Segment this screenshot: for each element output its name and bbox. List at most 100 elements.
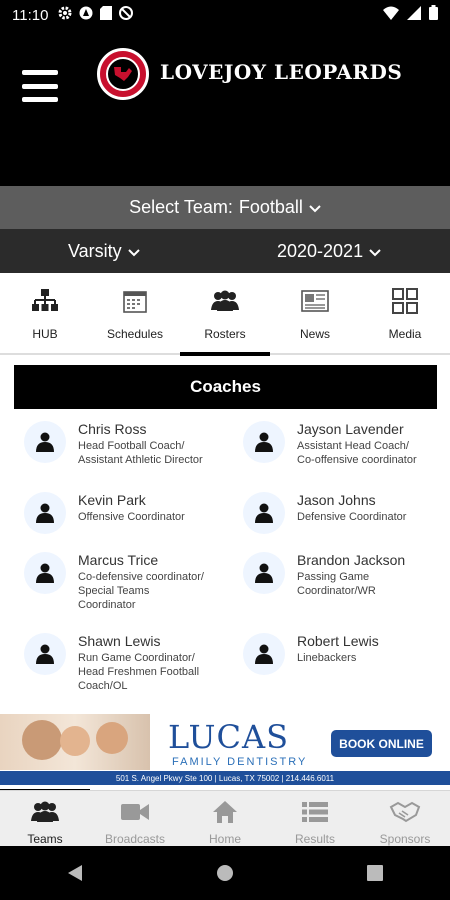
coach-role: Assistant Head Coach/ Co-offensive coord… xyxy=(297,440,417,466)
recents-icon[interactable] xyxy=(345,853,405,893)
coach-role: Offensive Coordinator xyxy=(78,511,185,523)
newspaper-icon xyxy=(301,287,329,315)
bottom-nav: Teams Broadcasts Home Results Sponsors xyxy=(0,790,450,846)
coach-card[interactable]: Marcus Trice Co-defensive coordinator/ Sp… xyxy=(24,552,218,612)
ad-address: 501 S. Angel Pkwy Ste 100 | Lucas, TX 75… xyxy=(0,771,450,785)
menu-icon[interactable] xyxy=(22,70,58,102)
coach-name: Chris Ross xyxy=(78,421,147,437)
tab-schedules[interactable]: Schedules xyxy=(90,273,180,357)
video-camera-icon xyxy=(121,799,149,824)
coach-card[interactable]: Kevin Park Offensive Coordinator xyxy=(24,492,218,534)
coach-name: Shawn Lewis xyxy=(78,633,161,649)
bottom-nav-broadcasts[interactable]: Broadcasts xyxy=(90,791,180,846)
sub-selector-bar: Varsity 2020-2021 xyxy=(0,229,450,273)
bottom-nav-home[interactable]: Home xyxy=(180,791,270,846)
coach-name: Jayson Lavender xyxy=(297,421,404,437)
chevron-down-icon xyxy=(127,241,140,262)
bottom-nav-label: Sponsors xyxy=(379,832,431,846)
person-icon xyxy=(24,492,66,534)
ad-family-photo xyxy=(0,714,150,770)
coach-card[interactable]: Jason Johns Defensive Coordinator xyxy=(243,492,437,534)
person-icon xyxy=(24,421,66,463)
coach-role: Co-defensive coordinator/ Special Teams … xyxy=(78,571,204,611)
tab-label: Schedules xyxy=(106,327,164,341)
home-circle-icon[interactable] xyxy=(195,853,255,893)
coach-card[interactable]: Shawn Lewis Run Game Coordinator/ Head Fr… xyxy=(24,633,218,693)
coach-name: Jason Johns xyxy=(297,492,376,508)
gear-icon xyxy=(58,6,72,25)
sd-card-icon xyxy=(100,5,113,25)
tab-news[interactable]: News xyxy=(270,273,360,357)
teams-icon xyxy=(31,799,59,824)
no-sim-icon xyxy=(119,5,134,25)
coach-name: Robert Lewis xyxy=(297,633,379,649)
chevron-down-icon xyxy=(309,197,321,218)
tab-label: HUB xyxy=(32,327,58,341)
coach-card[interactable]: Chris Ross Head Football Coach/ Assistant… xyxy=(24,421,218,467)
season-selector[interactable]: 2020-2021 xyxy=(277,241,381,262)
bottom-nav-label: Broadcasts xyxy=(104,832,166,846)
season-value: 2020-2021 xyxy=(277,241,364,261)
handshake-icon xyxy=(389,799,421,824)
app-title: LOVEJOY LEOPARDS xyxy=(160,60,403,84)
coach-role: Linebackers xyxy=(297,652,357,664)
back-icon[interactable] xyxy=(45,853,105,893)
hierarchy-icon xyxy=(32,287,58,315)
tab-rosters[interactable]: Rosters xyxy=(180,273,270,357)
active-tab-indicator xyxy=(180,352,270,356)
bottom-nav-sponsors[interactable]: Sponsors xyxy=(360,791,450,846)
bottom-nav-label: Home xyxy=(208,832,241,846)
person-icon xyxy=(24,633,66,675)
tab-label: Rosters xyxy=(204,327,246,341)
level-value: Varsity xyxy=(68,241,122,261)
sponsor-ad-banner[interactable]: LUCAS FAMILY DENTISTRY BOOK ONLINE 501 S… xyxy=(0,714,450,790)
tab-media[interactable]: Media xyxy=(360,273,450,357)
coach-card[interactable]: Robert Lewis Linebackers xyxy=(243,633,437,675)
arrow-notification-icon xyxy=(79,6,93,25)
person-icon xyxy=(24,552,66,594)
status-time: 11:10 xyxy=(12,6,49,24)
bottom-nav-teams[interactable]: Teams xyxy=(0,791,90,846)
bottom-nav-label: Results xyxy=(294,832,335,846)
chevron-down-icon xyxy=(369,241,381,262)
section-tabs: HUB Schedules Rosters News Media xyxy=(0,273,450,357)
team-selector-label: Select Team: xyxy=(129,197,233,217)
grid-icon xyxy=(392,287,418,315)
coach-role: Passing Game Coordinator/WR xyxy=(297,571,376,597)
coach-name: Kevin Park xyxy=(78,492,146,508)
coach-card[interactable]: Brandon Jackson Passing Game Coordinator/… xyxy=(243,552,437,598)
coach-role: Run Game Coordinator/ Head Freshmen Foot… xyxy=(78,652,200,692)
battery-icon xyxy=(429,5,438,25)
person-icon xyxy=(243,552,285,594)
coach-role: Defensive Coordinator xyxy=(297,511,407,523)
roster-content: Coaches Chris Ross Head Football Coach/ A… xyxy=(0,357,450,714)
ad-brand: LUCAS xyxy=(168,718,289,756)
coach-name: Marcus Trice xyxy=(78,552,159,568)
level-selector[interactable]: Varsity xyxy=(68,241,140,262)
book-online-button[interactable]: BOOK ONLINE xyxy=(331,730,432,757)
team-selector[interactable]: Select Team: Football xyxy=(0,186,450,229)
team-logo xyxy=(97,48,149,100)
team-selector-value: Football xyxy=(238,197,303,217)
coach-name: Brandon Jackson xyxy=(297,552,406,568)
tab-hub[interactable]: HUB xyxy=(0,273,90,357)
tab-label: News xyxy=(299,327,330,341)
signal-icon xyxy=(407,5,421,25)
home-icon xyxy=(213,799,237,824)
bottom-nav-label: Teams xyxy=(27,832,63,846)
calendar-icon xyxy=(123,287,147,315)
wifi-icon xyxy=(383,6,399,25)
status-bar: 11:10 xyxy=(0,0,450,30)
person-icon xyxy=(243,421,285,463)
bottom-nav-results[interactable]: Results xyxy=(270,791,360,846)
ad-tagline: FAMILY DENTISTRY xyxy=(172,756,308,768)
list-icon xyxy=(302,799,328,824)
coach-role: Head Football Coach/ Assistant Athletic … xyxy=(78,440,203,466)
system-nav-bar xyxy=(0,846,450,900)
group-icon xyxy=(211,287,239,315)
person-icon xyxy=(243,633,285,675)
person-icon xyxy=(243,492,285,534)
coach-card[interactable]: Jayson Lavender Assistant Head Coach/ Co-… xyxy=(243,421,437,467)
coaches-heading: Coaches xyxy=(14,365,437,409)
tab-label: Media xyxy=(388,327,422,341)
